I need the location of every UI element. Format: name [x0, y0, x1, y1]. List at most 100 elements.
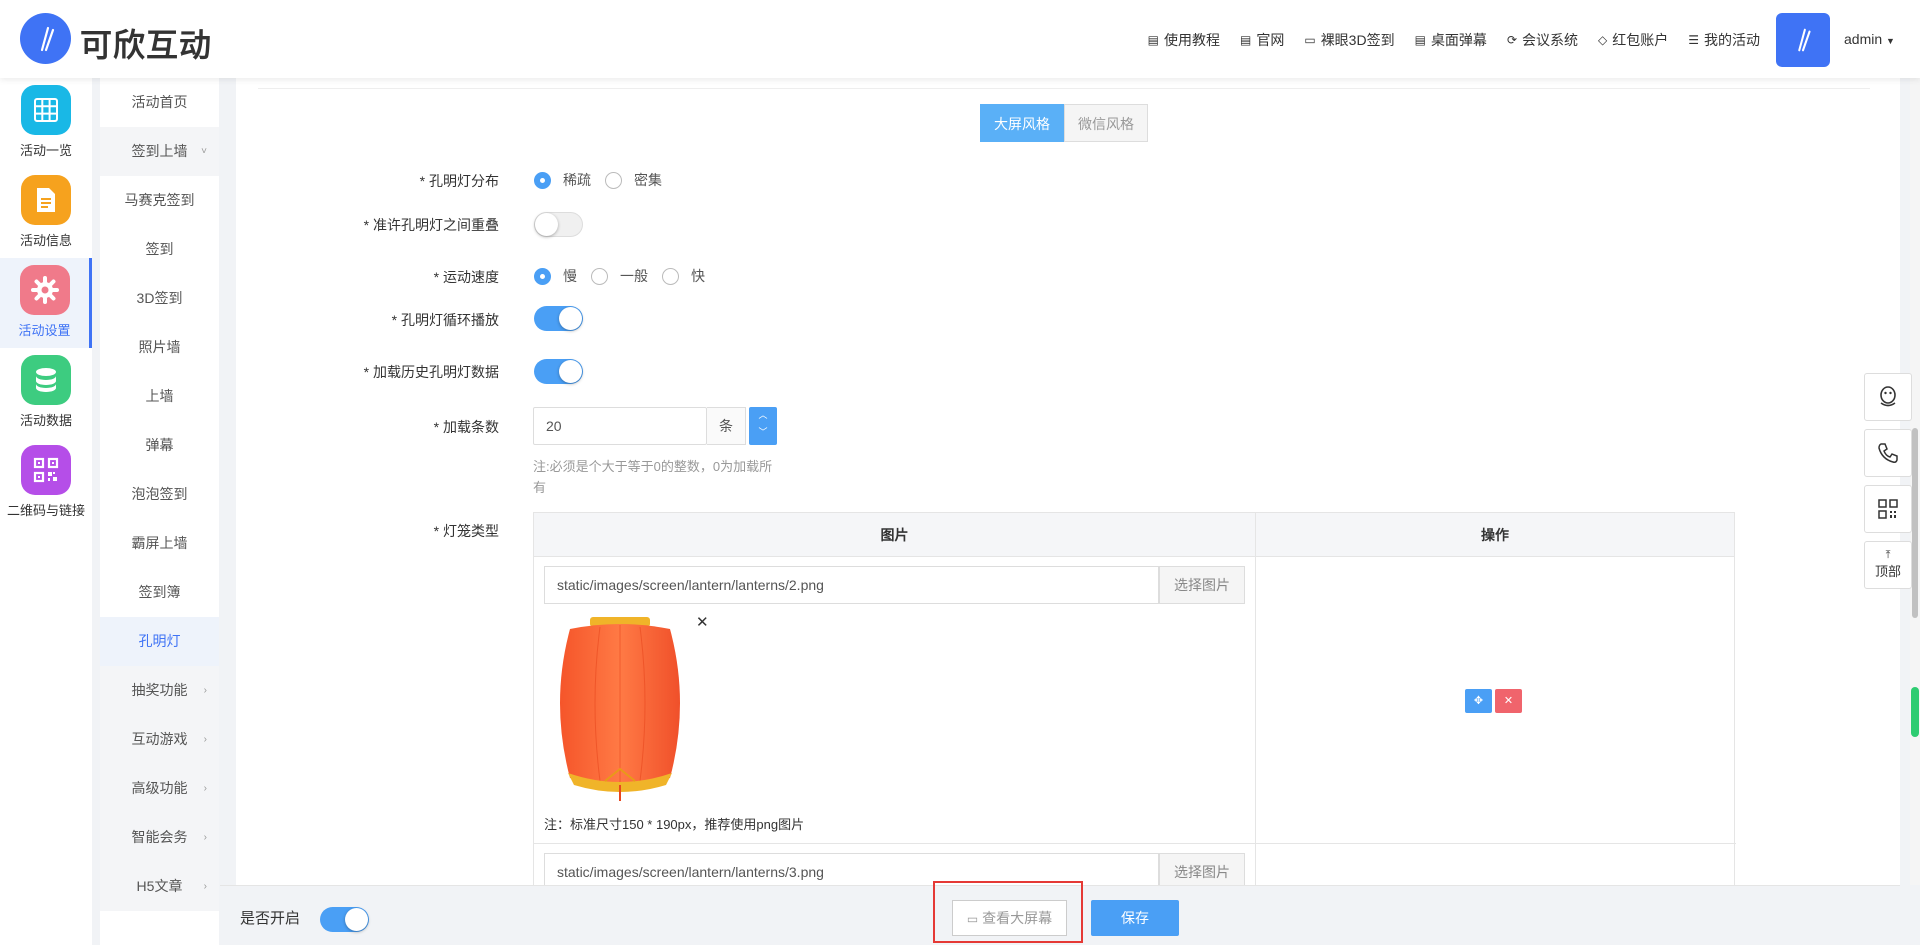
qrcode-button[interactable] [1864, 485, 1912, 533]
distribution-radio-group: 稀疏 密集 [534, 170, 676, 190]
choose-image-button[interactable]: 选择图片 [1159, 566, 1245, 604]
lantern-type-label: * 灯笼类型 [433, 523, 499, 539]
radio-sparse[interactable]: 稀疏 [534, 170, 591, 190]
remove-image-icon[interactable]: ✕ [696, 613, 709, 631]
avatar[interactable] [1776, 13, 1830, 67]
chevron-right-icon: › [203, 881, 207, 892]
toggle-knob [345, 908, 368, 931]
lantern-image [560, 617, 680, 801]
submenu-item-signin[interactable]: 签到 [100, 225, 219, 274]
list-icon: ☰ [1688, 33, 1699, 47]
toggle-knob [535, 213, 558, 236]
view-big-screen-button[interactable]: ▭ 查看大屏幕 [952, 900, 1067, 936]
toggle-knob [559, 307, 582, 330]
qrcode-icon [21, 445, 71, 495]
radio-fast[interactable]: 快 [662, 266, 705, 286]
refresh-icon: ⟳ [1506, 33, 1517, 47]
speed-radio-group: 慢 一般 快 [534, 266, 719, 286]
monitor-icon: ▭ [966, 912, 979, 926]
iconbar-item-qrcode-links[interactable]: 二维码与链接 [0, 438, 92, 528]
phone-contact-button[interactable] [1864, 429, 1912, 477]
tab-wechat-style[interactable]: 微信风格 [1064, 104, 1148, 142]
radio-unchecked-icon [605, 171, 622, 189]
chevron-right-icon: › [203, 832, 207, 843]
submenu-item-danmu[interactable]: 弹幕 [100, 421, 219, 470]
count-note: 注:必须是个大于等于0的整数，0为加载所有 [533, 459, 773, 495]
nav-tutorial[interactable]: ▤ 使用教程 [1148, 30, 1220, 50]
enable-toggle[interactable] [320, 907, 369, 932]
radio-unchecked-icon [591, 267, 608, 285]
chevron-down-icon[interactable]: ﹀ [749, 424, 777, 441]
lantern-table: 图片 操作 static/images/screen/lantern/lante… [533, 512, 1736, 885]
submenu-item-signin-book[interactable]: 签到簿 [100, 568, 219, 617]
image-path-input[interactable]: static/images/screen/lantern/lanterns/3.… [544, 853, 1159, 885]
submenu-group-lottery[interactable]: 抽奖功能 › [100, 666, 219, 715]
nav-desktop-danmu[interactable]: ▤ 桌面弹幕 [1415, 30, 1487, 50]
radio-slow[interactable]: 慢 [534, 266, 577, 286]
iconbar-item-activity-data[interactable]: 活动数据 [0, 348, 92, 438]
gear-icon [19, 265, 70, 315]
radio-dense[interactable]: 密集 [605, 170, 662, 190]
history-toggle[interactable] [534, 359, 583, 384]
submenu-group-advanced[interactable]: 高级功能 › [100, 764, 219, 813]
qrcode-icon [1878, 499, 1898, 519]
enable-label: 是否开启 [240, 910, 301, 927]
radio-normal[interactable]: 一般 [591, 266, 648, 286]
loop-label: * 孔明灯循环播放 [391, 312, 499, 328]
tab-screen-style[interactable]: 大屏风格 [980, 104, 1064, 142]
nav-meeting-system[interactable]: ⟳ 会议系统 [1507, 30, 1578, 50]
iconbar-item-activity-info[interactable]: 活动信息 [0, 168, 92, 258]
move-icon[interactable]: ✥ [1465, 689, 1492, 713]
submenu-item-dominate-wall[interactable]: 霸屏上墙 [100, 519, 219, 568]
iconbar-item-activity-settings[interactable]: 活动设置 [0, 258, 92, 348]
chevron-right-icon: › [203, 734, 207, 745]
nav-official-site[interactable]: ▤ 官网 [1240, 30, 1284, 50]
overlap-label: * 准许孔明灯之间重叠 [363, 217, 499, 233]
count-label: * 加载条数 [433, 419, 499, 435]
image-path-input[interactable]: static/images/screen/lantern/lanterns/2.… [544, 566, 1159, 604]
user-menu[interactable]: admin ▼ [1844, 31, 1895, 47]
nav-my-activities[interactable]: ☰ 我的活动 [1688, 30, 1760, 50]
submenu-item-mosaic-signin[interactable]: 马赛克签到 [100, 176, 219, 225]
iconbar-item-activity-list[interactable]: 活动一览 [0, 78, 92, 168]
submenu-item-3d-signin[interactable]: 3D签到 [100, 274, 219, 323]
right-float-toolbar: ⤒ 顶部 [1864, 373, 1912, 597]
chevron-up-icon[interactable]: ︿ [749, 407, 777, 424]
delete-icon[interactable]: ✕ [1495, 689, 1522, 713]
submenu-item-bubble-signin[interactable]: 泡泡签到 [100, 470, 219, 519]
back-to-top-button[interactable]: ⤒ 顶部 [1864, 541, 1912, 589]
scrollbar-thumb[interactable] [1912, 428, 1918, 618]
image-size-note: 注：标准尺寸150 * 190px，推荐使用png图片 [544, 817, 805, 832]
loop-toggle[interactable] [534, 306, 583, 331]
overlap-toggle[interactable] [534, 212, 583, 237]
nav-redpacket-account[interactable]: ◇ 红包账户 [1598, 30, 1668, 50]
nav-3d-signin[interactable]: ▭ 裸眼3D签到 [1304, 30, 1394, 50]
count-stepper[interactable]: ︿ ﹀ [749, 407, 777, 445]
column-divider [1255, 513, 1256, 885]
submenu-item-home[interactable]: 活动首页 [100, 78, 219, 127]
submenu-group-games[interactable]: 互动游戏 › [100, 715, 219, 764]
choose-image-button[interactable]: 选择图片 [1159, 853, 1245, 885]
row-divider [534, 843, 1736, 844]
monitor-icon: ▭ [1304, 33, 1316, 47]
radio-checked-icon [534, 267, 551, 285]
brand-name: 可欣互动 [80, 27, 213, 63]
submenu-group-h5-article[interactable]: H5文章 › [100, 862, 219, 911]
grid-icon [21, 85, 71, 135]
brand-logo[interactable] [20, 13, 71, 64]
doc-icon: ▤ [1240, 33, 1252, 47]
submenu-item-photo-wall[interactable]: 照片墙 [100, 323, 219, 372]
user-name: admin [1844, 31, 1883, 47]
submenu-item-wall[interactable]: 上墙 [100, 372, 219, 421]
submenu-group-smart-meeting[interactable]: 智能会务 › [100, 813, 219, 862]
save-button[interactable]: 保存 [1091, 900, 1179, 936]
count-input[interactable]: 20 [533, 407, 707, 445]
submenu-group-signin-wall[interactable]: 签到上墙 ˅ [100, 127, 219, 176]
top-nav: ▤ 使用教程 ▤ 官网 ▭ 裸眼3D签到 ▤ 桌面弹幕 ⟳ 会议系统 ◇ 红包账户 ☰ 我的活… [1148, 30, 1760, 50]
diamond-icon: ◇ [1598, 33, 1608, 47]
table-header-image: 图片 [534, 513, 1255, 557]
submenu-item-lantern[interactable]: 孔明灯 [100, 617, 219, 666]
chevron-right-icon: › [203, 685, 207, 696]
qq-contact-button[interactable] [1864, 373, 1912, 421]
caret-down-icon: ▼ [1886, 36, 1895, 46]
